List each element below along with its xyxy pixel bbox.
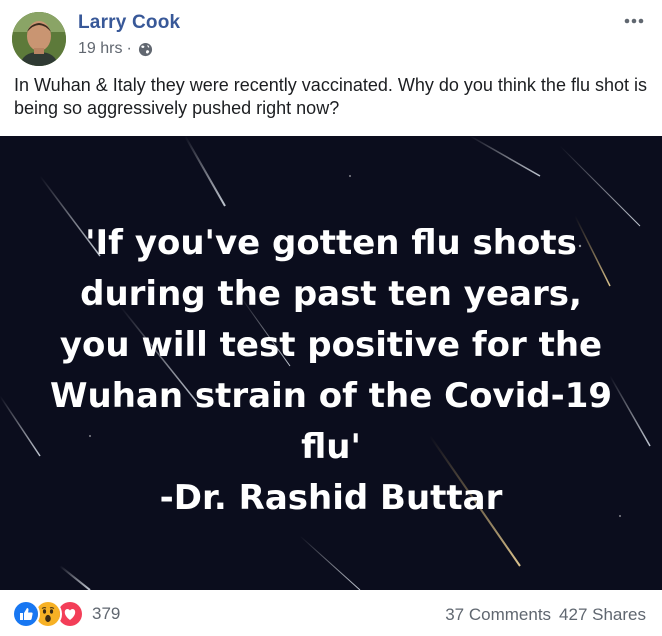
shares-count-link[interactable]: 427 Shares bbox=[559, 605, 646, 625]
quote-line: flu' bbox=[301, 427, 361, 467]
more-options-icon[interactable] bbox=[622, 14, 646, 26]
reaction-count: 379 bbox=[92, 604, 121, 623]
author-name[interactable]: Larry Cook bbox=[78, 12, 180, 34]
quote-line: Wuhan strain of the Covid-19 bbox=[49, 376, 613, 416]
quote-attribution: -Dr. Rashid Buttar bbox=[159, 478, 503, 518]
globe-icon[interactable] bbox=[138, 42, 153, 57]
comments-count-link[interactable]: 37 Comments bbox=[445, 605, 551, 625]
facebook-post: Larry Cook 19 hrs · In Wuhan & Italy the… bbox=[0, 0, 662, 636]
author-avatar[interactable] bbox=[12, 12, 66, 66]
meta-separator: · bbox=[126, 40, 132, 57]
like-icon bbox=[12, 600, 40, 628]
image-quote: 'If you've gotten flu shots during the p… bbox=[0, 218, 662, 524]
post-image[interactable]: 'If you've gotten flu shots during the p… bbox=[0, 136, 662, 590]
post-meta: 19 hrs · bbox=[78, 40, 153, 58]
quote-line: during the past ten years, bbox=[80, 274, 582, 314]
reactions-summary[interactable]: 379 bbox=[12, 600, 120, 628]
engagement-counts: 37 Comments 427 Shares bbox=[445, 605, 646, 625]
quote-line: you will test positive for the bbox=[59, 325, 603, 365]
post-header: Larry Cook 19 hrs · bbox=[0, 0, 662, 70]
post-footer: 379 37 Comments 427 Shares bbox=[0, 592, 662, 636]
post-timestamp[interactable]: 19 hrs bbox=[78, 40, 122, 58]
post-caption: In Wuhan & Italy they were recently vacc… bbox=[14, 75, 647, 118]
quote-line: 'If you've gotten flu shots bbox=[85, 223, 577, 263]
